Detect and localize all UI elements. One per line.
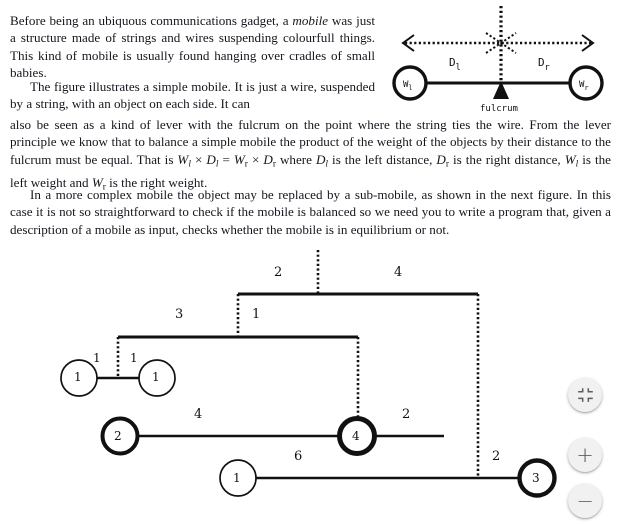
formula-wl: Wl [177, 151, 191, 170]
zoom-in-button[interactable]: + [568, 438, 602, 472]
label-beam-bottom-right: 2 [492, 449, 500, 464]
label-beam-top-left: 2 [274, 265, 282, 280]
label-beam-bottom-left: 6 [294, 449, 302, 464]
label-weight-middle-left: 2 [114, 429, 122, 443]
label-weight-bottom-right: 3 [532, 471, 540, 485]
emphasis-mobile: mobile [292, 13, 329, 28]
paragraph-figure-desc-head: The figure illustrates a simple mobile. … [10, 79, 375, 112]
label-weight-bottom-left: 1 [233, 471, 241, 485]
label-weight-small-left: 1 [74, 370, 82, 384]
simple-mobile-figure: Wl Wr Dl Dr fulcrum [392, 6, 604, 114]
zoom-out-button[interactable]: − [568, 484, 602, 518]
label-beam-middle-left: 4 [194, 407, 202, 422]
label-weight-middle-right: 4 [352, 429, 360, 443]
arrow-left-icon [401, 34, 415, 52]
complex-mobile-figure: 2 4 3 1 1 1 1 1 4 2 2 4 6 2 1 3 [60, 250, 557, 498]
paragraph-complex-mobile: In a more complex mobile the object may … [10, 187, 611, 237]
paragraph-lever-principle: also be seen as a kind of lever with the… [10, 117, 611, 193]
label-distance-right: Dr [538, 56, 550, 73]
label-beam-top-right: 4 [394, 265, 402, 280]
weight-left-circle [392, 65, 428, 101]
label-weight-small-right: 1 [152, 370, 160, 384]
minus-icon: − [576, 488, 594, 513]
label-beam-small-right: 1 [130, 351, 138, 365]
weight-right-circle [568, 65, 604, 101]
label-distance-left: Dl [449, 56, 461, 73]
formula-wr: Wr [233, 151, 248, 170]
compress-icon [577, 387, 593, 402]
label-fulcrum: fulcrum [480, 104, 518, 114]
label-beam-second-right: 1 [252, 307, 260, 322]
formula-dl: Dl [206, 151, 219, 170]
label-beam-middle-right: 2 [402, 407, 410, 422]
label-beam-second-left: 3 [175, 307, 183, 322]
arrow-right-icon [581, 34, 595, 52]
plus-icon: + [576, 442, 594, 467]
formula-dr: Dr [263, 151, 276, 170]
fit-to-screen-button[interactable] [568, 378, 602, 412]
label-beam-small-left: 1 [93, 351, 101, 365]
